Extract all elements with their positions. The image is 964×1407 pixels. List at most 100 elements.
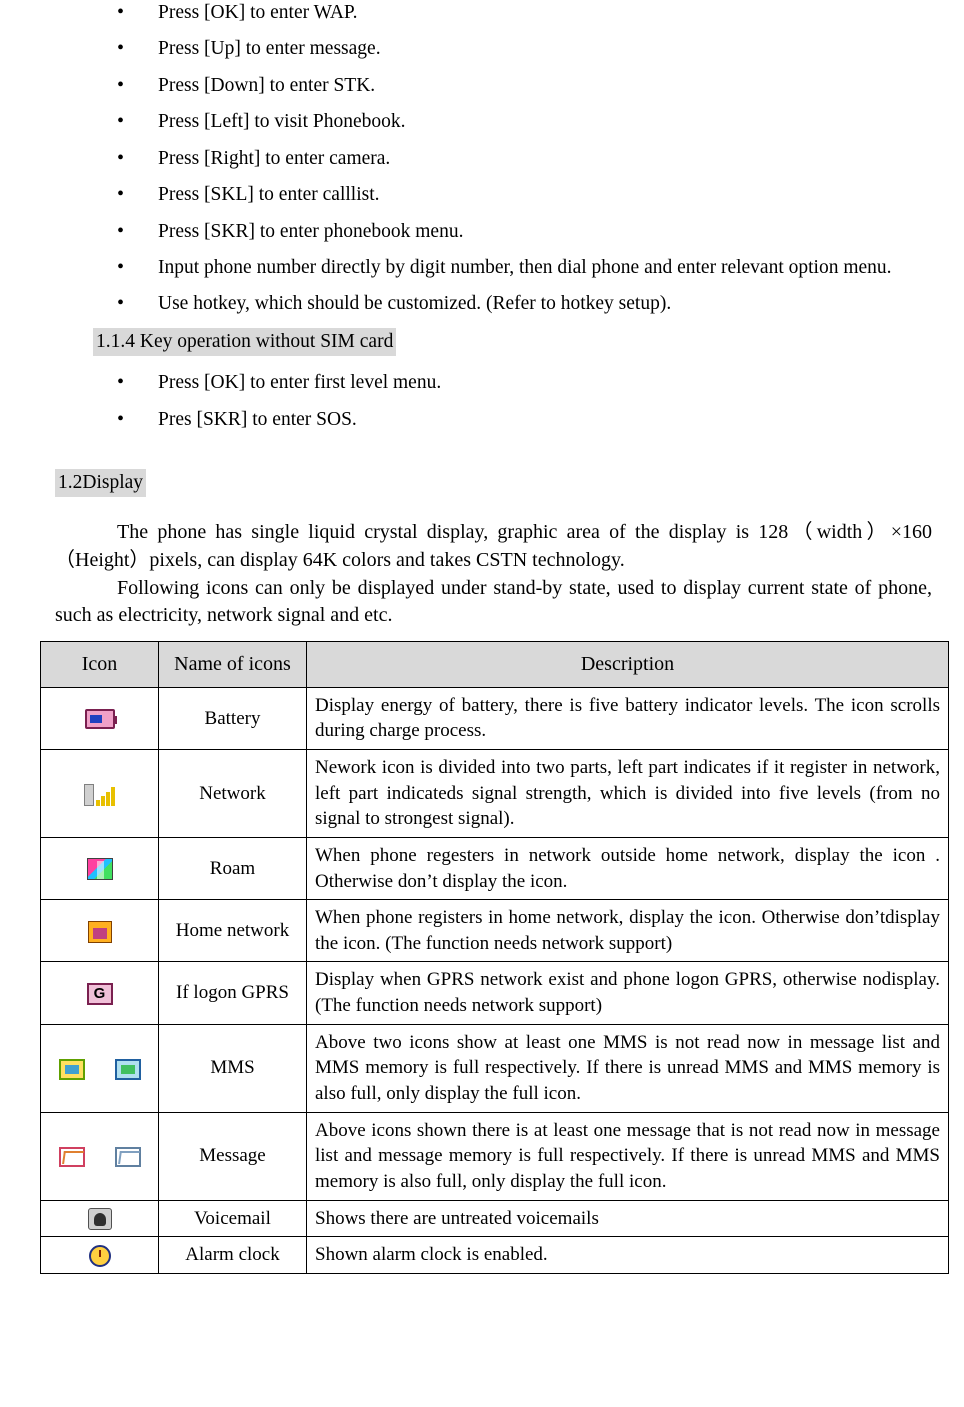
roam-icon xyxy=(86,858,113,881)
icon-cell xyxy=(40,1111,159,1201)
list-item-text: Press [SKR] to enter phonebook menu. xyxy=(158,220,464,242)
icon-cell xyxy=(40,686,159,750)
section-heading-1-2: 1.2Display xyxy=(55,468,942,498)
list-item-text: Use hotkey, which should be customized. … xyxy=(158,293,672,315)
message-full-icon xyxy=(114,1146,141,1167)
bullet-dot-icon: • xyxy=(117,1,125,23)
list-item: • Press [Right] to enter camera. xyxy=(22,146,942,172)
mms-full-icon xyxy=(114,1058,141,1080)
icon-name: Voicemail xyxy=(158,1199,307,1238)
section-heading-text: 1.2Display xyxy=(55,468,147,498)
icon-cell xyxy=(40,1023,159,1113)
bullet-dot-icon: • xyxy=(117,219,125,242)
section-heading-1-1-4: 1.1.4 Key operation without SIM card xyxy=(93,327,942,357)
bullet-dot-icon: • xyxy=(117,73,125,96)
section-heading-text: 1.1.4 Key operation without SIM card xyxy=(93,327,397,357)
icon-name: Home network xyxy=(158,899,307,963)
bullet-dot-icon: • xyxy=(117,292,125,315)
list-item: • Input phone number directly by digit nu… xyxy=(22,255,942,281)
table-header-row: Icon Name of icons Description xyxy=(40,640,949,688)
icon-name: Roam xyxy=(158,836,307,901)
network-signal-icon xyxy=(83,781,116,807)
list-item-text: Press [OK] to enter first level menu. xyxy=(158,372,442,394)
icon-cell xyxy=(40,1199,159,1238)
list-item-text: Press [Down] to enter STK. xyxy=(158,74,376,96)
bullet-dot-icon: • xyxy=(117,183,125,206)
list-item-text: Press [SKL] to enter calllist. xyxy=(158,184,380,206)
table-row: Message Above icons shown there is at le… xyxy=(40,1111,949,1201)
gprs-icon: G xyxy=(86,982,113,1005)
bullet-dot-icon: • xyxy=(117,37,125,60)
list-item-text: Press [Right] to enter camera. xyxy=(158,147,391,169)
icon-name: Message xyxy=(158,1111,307,1201)
paragraph-icons-intro: Following icons can only be displayed un… xyxy=(55,576,932,627)
antenna-shape xyxy=(83,784,94,807)
icon-cell: G xyxy=(40,961,159,1025)
icon-description: Nework icon is divided into two parts, l… xyxy=(306,748,949,838)
icon-name: If logon GPRS xyxy=(158,961,307,1025)
alarm-clock-icon xyxy=(88,1244,111,1267)
bullet-dot-icon: • xyxy=(117,255,125,278)
icon-name: Alarm clock xyxy=(158,1236,307,1274)
list-item: • Press [Left] to visit Phonebook. xyxy=(22,109,942,135)
list-item: • Press [SKL] to enter calllist. xyxy=(22,182,942,208)
list-item: • Press [Down] to enter STK. xyxy=(22,73,942,99)
sim-bullet-list: • Press [OK] to enter first level menu. •… xyxy=(22,370,942,432)
mms-unread-icon xyxy=(58,1058,85,1080)
bullet-dot-icon: • xyxy=(117,146,125,169)
table-row: Network Nework icon is divided into two … xyxy=(40,748,949,838)
icon-cell xyxy=(40,836,159,901)
list-item-text: Pres [SKR] to enter SOS. xyxy=(158,408,357,430)
table-row: G If logon GPRS Display when GPRS networ… xyxy=(40,961,949,1025)
display-description: The phone has single liquid crystal disp… xyxy=(55,519,932,629)
list-item: • Pres [SKR] to enter SOS. xyxy=(22,407,942,433)
icon-description: When phone regesters in network outside … xyxy=(306,836,949,901)
table-row: Battery Display energy of battery, there… xyxy=(40,686,949,750)
icon-description: Display energy of battery, there is five… xyxy=(306,686,949,750)
column-header-name: Name of icons xyxy=(158,640,307,688)
paragraph-display-specs: The phone has single liquid crystal disp… xyxy=(55,521,932,571)
icon-cell xyxy=(40,748,159,838)
icon-description-table: Icon Name of icons Description Battery D… xyxy=(40,640,949,1274)
icon-cell xyxy=(40,899,159,963)
icon-description: Shows there are untreated voicemails xyxy=(306,1199,949,1238)
table-row: Home network When phone registers in hom… xyxy=(40,899,949,963)
home-network-icon xyxy=(87,920,112,943)
icon-name: Battery xyxy=(158,686,307,750)
table-row: Alarm clock Shown alarm clock is enabled… xyxy=(40,1236,949,1274)
list-item: • Press [OK] to enter WAP. xyxy=(22,0,942,26)
list-item-text: Input phone number directly by digit num… xyxy=(158,256,892,278)
icon-cell xyxy=(40,1236,159,1274)
table-row: Roam When phone regesters in network out… xyxy=(40,836,949,901)
signal-bars-shape xyxy=(95,781,116,807)
table-row: MMS Above two icons show at least one MM… xyxy=(40,1023,949,1113)
voicemail-icon xyxy=(87,1208,112,1231)
icon-description: Shown alarm clock is enabled. xyxy=(306,1236,949,1274)
column-header-icon: Icon xyxy=(40,640,159,688)
top-bullet-list: • Press [OK] to enter WAP. • Press [Up] to… xyxy=(22,0,942,317)
bullet-dot-icon: • xyxy=(117,110,125,133)
table-row: Voicemail Shows there are untreated voic… xyxy=(40,1199,949,1238)
icon-description: When phone registers in home network, di… xyxy=(306,899,949,963)
list-item-text: Press [Left] to visit Phonebook. xyxy=(158,111,406,133)
list-item: • Press [SKR] to enter phonebook menu. xyxy=(22,219,942,245)
icon-description: Display when GPRS network exist and phon… xyxy=(306,961,949,1025)
list-item-text: Press [OK] to enter WAP. xyxy=(158,2,358,23)
icon-description: Above icons shown there is at least one … xyxy=(306,1111,949,1201)
icon-name: Network xyxy=(158,748,307,838)
icon-description: Above two icons show at least one MMS is… xyxy=(306,1023,949,1113)
list-item: • Press [OK] to enter first level menu. xyxy=(22,370,942,396)
list-item: • Press [Up] to enter message. xyxy=(22,36,942,62)
battery-icon xyxy=(84,709,117,730)
document-page: • Press [OK] to enter WAP. • Press [Up] to… xyxy=(0,0,964,1407)
message-unread-icon xyxy=(58,1146,85,1167)
list-item: • Use hotkey, which should be customized.… xyxy=(22,291,942,317)
icon-name: MMS xyxy=(158,1023,307,1113)
bullet-dot-icon: • xyxy=(117,371,125,394)
bullet-dot-icon: • xyxy=(117,407,125,430)
column-header-description: Description xyxy=(306,640,949,688)
list-item-text: Press [Up] to enter message. xyxy=(158,38,381,60)
